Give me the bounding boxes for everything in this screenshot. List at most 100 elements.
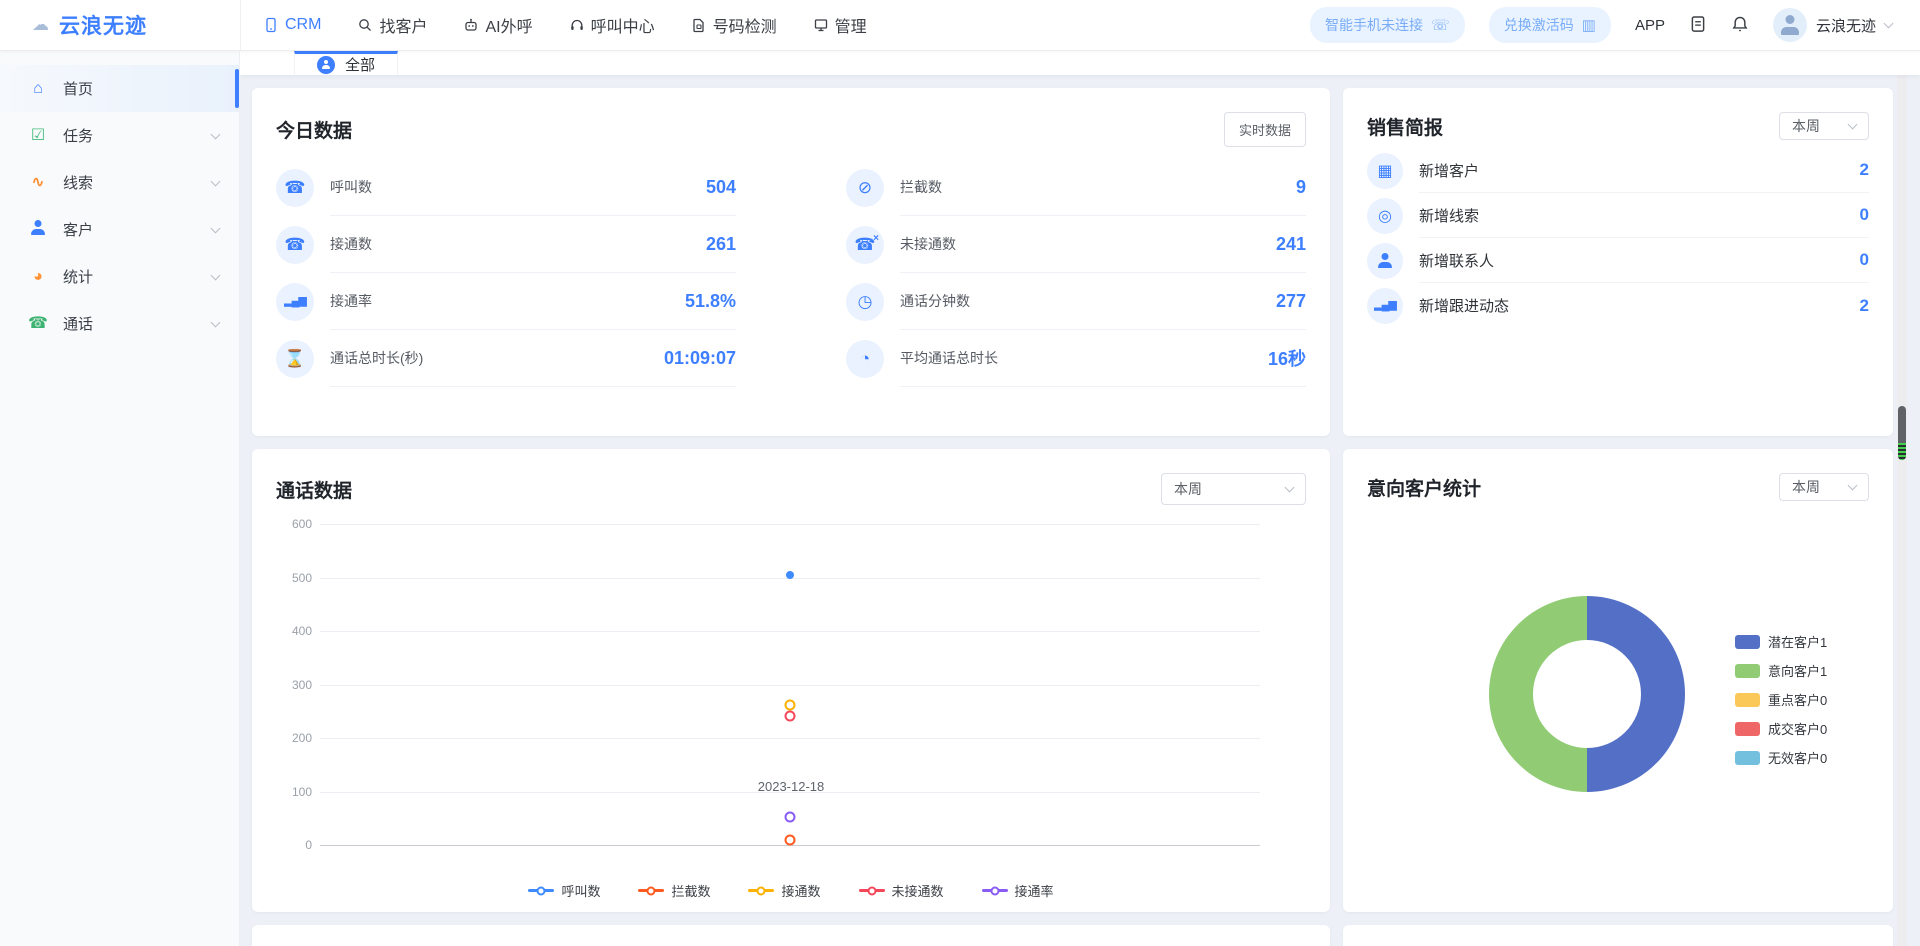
sidebar-item-label: 客户 [63,219,93,240]
sales-item-label: 新增联系人 [1419,250,1494,271]
sales-brief-card: 销售简报 本周 ▦新增客户2◎新增线索0新增联系人0▂▄▆新增跟进动态2 [1343,88,1893,436]
sidebar-item-tasks[interactable]: ☑ 任务 [0,112,239,159]
legend-item-blocked_count[interactable]: 拦截数 [638,881,710,900]
desk-phone-icon: ☏ [1431,18,1450,33]
sales-item-value: 2 [1860,296,1869,316]
sidebar-item-calls[interactable]: ☎ 通话 [0,300,239,347]
chevron-down-icon [211,176,221,186]
legend-item-call_count[interactable]: 呼叫数 [528,881,600,900]
legend-item-connected_count[interactable]: 接通数 [748,881,820,900]
intent-period-select[interactable]: 本周 [1779,473,1869,501]
call-chart-period-select[interactable]: 本周 [1161,473,1306,505]
sidebar-item-leads[interactable]: ∿ 线索 [0,159,239,206]
stat-label: 通话分钟数 [900,291,970,311]
today-card-title: 今日数据 [276,116,352,143]
user-menu[interactable]: 云浪无迹 [1773,8,1892,42]
stat-total_duration: ⌛通话总时长(秒)01:09:07 [276,330,736,387]
pie-legend-item-invalid[interactable]: 无效客户0 [1735,748,1827,767]
chart-bars-icon: ▂▄▆ [1367,288,1403,324]
line-chart-plot: 0100200300400500600 [320,524,1260,845]
sales-item-label: 新增客户 [1419,160,1479,181]
pie-legend-item-potential[interactable]: 潜在客户1 [1735,632,1827,651]
pie-legend-item-intent[interactable]: 意向客户1 [1735,661,1827,680]
document-button[interactable] [1689,15,1707,36]
legend-label: 意向客户1 [1768,661,1827,680]
legend-symbol [982,889,1008,892]
today-stats-grid: ☎呼叫数504⊘拦截数9☎接通数261☎×未接通数241▂▄▆接通率51.8%◷… [252,147,1330,387]
y-axis-tick: 500 [268,571,312,585]
sales-item-new_customers: ▦ 新增客户 2 [1367,148,1869,193]
y-axis-tick: 600 [268,517,312,531]
app-root: ☁ 云浪无迹 CRM 找客户 AI外呼 呼叫中心 号码检测 [0,0,1920,946]
legend-item-missed_count[interactable]: 未接通数 [859,881,944,900]
chevron-down-icon [211,223,221,233]
document-icon [1689,15,1707,36]
tab-all-label: 全部 [345,54,375,75]
y-axis-tick: 0 [268,838,312,852]
sales-item-label: 新增线索 [1419,205,1479,226]
leads-route-icon: ∿ [28,175,48,191]
legend-swatch [1735,751,1760,765]
legend-swatch [1735,693,1760,707]
nav-item-ai-outbound[interactable]: AI外呼 [463,13,532,37]
sales-list: ▦新增客户2◎新增线索0新增联系人0▂▄▆新增跟进动态2 [1343,140,1893,328]
sim-card-icon [691,17,707,33]
intent-chart-title: 意向客户统计 [1367,474,1481,501]
stat-label: 接通数 [330,234,372,254]
rate-bars-icon: ▂▄▆ [276,283,314,321]
stat-label: 呼叫数 [330,177,372,197]
sales-item-value: 0 [1860,205,1869,225]
nav-item-crm[interactable]: CRM [263,16,321,34]
stat-value: 9 [1296,177,1306,198]
robot-icon [463,17,479,33]
barcode-icon: ▥ [1582,18,1596,33]
nav-item-label: 找客户 [379,13,427,37]
cloud-logo-icon: ☁ [32,15,49,35]
tasks-icon: ☑ [28,128,48,144]
sales-period-select[interactable]: 本周 [1779,112,1869,140]
legend-symbol [638,889,664,892]
legend-label: 呼叫数 [561,881,600,900]
missed-call-icon: ☎× [846,226,884,264]
nav-item-find-customers[interactable]: 找客户 [357,13,427,37]
stat-value: 01:09:07 [664,348,736,369]
pie-legend-item-key[interactable]: 重点客户0 [1735,690,1827,709]
scrollbar-thumb[interactable] [1898,406,1906,460]
legend-label: 接通数 [781,881,820,900]
nav-item-call-center[interactable]: 呼叫中心 [569,13,655,37]
sidebar-item-stats[interactable]: ◕ 统计 [0,253,239,300]
pie-legend-item-deal[interactable]: 成交客户0 [1735,719,1827,738]
sidebar-item-customers[interactable]: 客户 [0,206,239,253]
scrollbar-track[interactable] [1897,51,1907,946]
phone-icon: ☎ [28,316,48,332]
legend-label: 成交客户0 [1768,719,1827,738]
legend-item-connect_rate[interactable]: 接通率 [982,881,1054,900]
sidebar-item-home[interactable]: ⌂ 首页 [0,65,239,112]
stat-value: 261 [706,234,736,255]
y-axis-tick: 300 [268,678,312,692]
person-icon [1367,243,1403,279]
sales-item-value: 2 [1860,160,1869,180]
call-chart-period-value: 本周 [1174,479,1202,499]
building-icon: ▦ [1367,153,1403,189]
stat-value: 241 [1276,234,1306,255]
legend-symbol [859,889,885,892]
stat-label: 平均通话总时长 [900,348,998,368]
connected-call-icon: ☎ [276,226,314,264]
stopwatch-icon: ◔ [846,340,884,378]
stat-value: 277 [1276,291,1306,312]
app-link[interactable]: APP [1635,17,1665,34]
smartphone-status-button[interactable]: 智能手机未连接 ☏ [1310,7,1465,43]
legend-swatch [1735,664,1760,678]
sidebar: ⌂ 首页 ☑ 任务 ∿ 线索 客户 ◕ 统计 [0,51,240,946]
nav-item-number-check[interactable]: 号码检测 [691,13,777,37]
sales-item-new_followups: ▂▄▆新增跟进动态2 [1367,283,1869,328]
notifications-button[interactable] [1731,15,1749,36]
person-icon [1780,15,1800,35]
legend-label: 未接通数 [892,881,944,900]
line-chart-legend: 呼叫数 拦截数 接通数 未接通数 接通率 [252,881,1330,900]
redeem-code-button[interactable]: 兑换激活码 ▥ [1489,7,1611,43]
tab-all[interactable]: 全部 [294,51,398,75]
nav-item-admin[interactable]: 管理 [813,13,867,37]
realtime-data-button[interactable]: 实时数据 [1224,112,1306,147]
